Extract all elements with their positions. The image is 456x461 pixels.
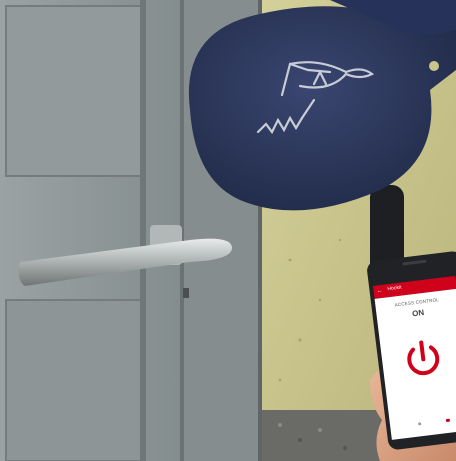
photo-scene: ← Hookit ACCESS CONTROL ON [0,0,456,461]
app-bar-title: Hookit [387,284,402,293]
door-upper-inset [5,5,142,177]
nav-home-icon[interactable] [417,422,422,426]
door-lower-inset [5,299,142,461]
door-groove [140,0,146,461]
nav-active-icon[interactable] [445,418,451,423]
power-icon[interactable] [400,335,447,382]
back-arrow-icon[interactable]: ← [376,287,383,296]
